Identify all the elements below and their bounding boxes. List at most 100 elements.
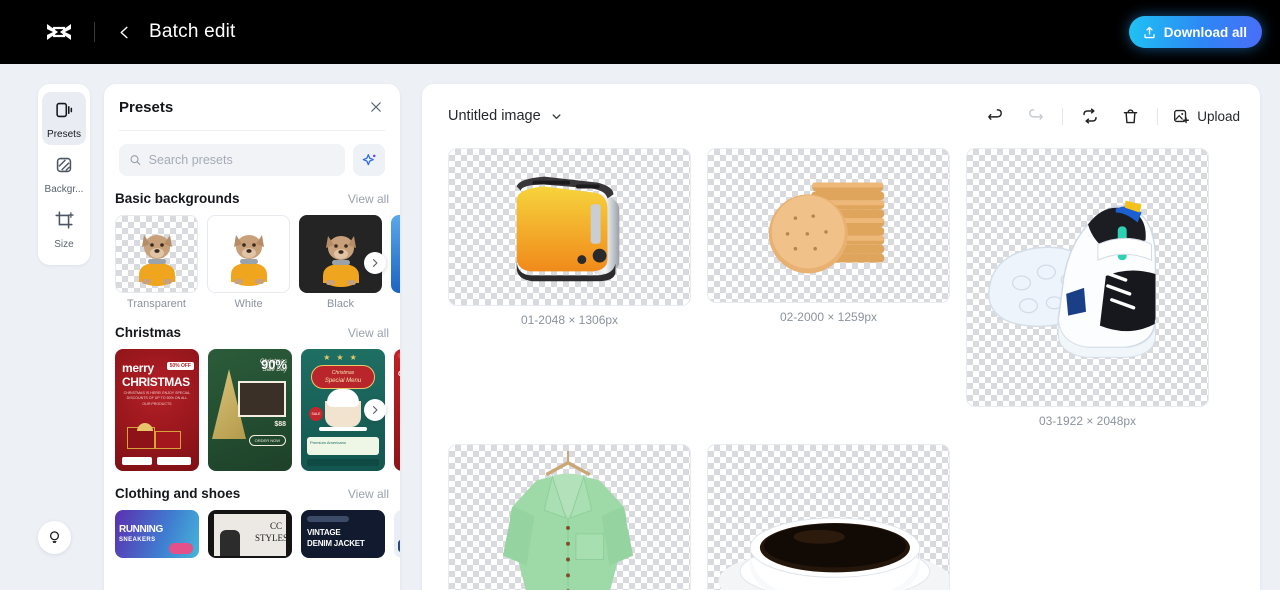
template-art: CHRISTMAS 5 [394, 349, 400, 471]
redo-button[interactable] [1022, 103, 1048, 129]
section-header: Christmas View all [115, 325, 400, 340]
chevron-right-icon [373, 406, 378, 414]
template-badge: SALE [309, 407, 323, 421]
template-line2: DENIM JACKET [307, 539, 365, 548]
ai-suggest-button[interactable] [353, 144, 385, 176]
resize-icon [53, 209, 75, 236]
close-button[interactable] [366, 97, 386, 117]
presets-search-row [104, 131, 400, 176]
toolbar-divider [1157, 107, 1159, 125]
upload-button[interactable]: Upload [1172, 107, 1240, 125]
app-root: Batch edit Download all Presets Backgr..… [0, 0, 1280, 590]
close-icon [371, 102, 381, 112]
delete-button[interactable] [1117, 103, 1143, 129]
image-cell[interactable] [707, 444, 950, 590]
download-all-button[interactable]: Download all [1128, 16, 1262, 48]
search-input-wrap[interactable] [119, 144, 345, 176]
preset-strip-track: RUNNING SNEAKERS CC STYLES VINTAGE DENIM… [115, 510, 400, 558]
preset-section-christmas: Christmas View all merry 50% OFF CHRISTM… [104, 325, 400, 471]
sidebar-item-label: Backgr... [44, 184, 84, 195]
image-card-toaster[interactable] [448, 148, 691, 306]
preset-thumb-merry-christmas[interactable]: merry 50% OFF CHRISTMAS CHRISTMAS IS HER… [115, 349, 199, 471]
template-line2: SNEAKERS [119, 537, 156, 543]
upload-label: Upload [1197, 108, 1240, 124]
template-line1: CC [269, 521, 282, 531]
green-shirt-image [502, 450, 634, 590]
back-button[interactable] [113, 21, 135, 43]
section-header: Clothing and shoes View all [115, 486, 400, 501]
dog-thumbnail-image [138, 235, 175, 286]
preset-thumb-christmas-4[interactable]: CHRISTMAS 5 [394, 349, 400, 471]
view-all-link[interactable]: View all [348, 487, 389, 501]
preset-thumb-transparent[interactable] [115, 215, 198, 293]
canvas-tools: Upload [982, 103, 1240, 129]
preset-thumb-white[interactable] [207, 215, 290, 293]
image-cell[interactable]: 03-1922 × 2048px [966, 148, 1209, 428]
template-badge: 90% [260, 357, 287, 372]
search-input[interactable] [148, 153, 335, 167]
image-caption: 01-2048 × 1306px [520, 313, 619, 327]
image-card-coffee-cup[interactable] [707, 444, 950, 590]
section-title: Clothing and shoes [115, 486, 241, 501]
preset-section-clothing-and-shoes: Clothing and shoes View all RUNNING SNEA… [104, 486, 400, 558]
preset-caption: Black [327, 298, 354, 310]
sidebar-item-presets[interactable]: Presets [42, 92, 86, 145]
view-all-link[interactable]: View all [348, 326, 389, 340]
preset-thumb-vintage-denim-jacket[interactable]: VINTAGE DENIM JACKET [301, 510, 385, 558]
undo-icon [987, 108, 1002, 120]
image-card-biscuits[interactable] [707, 148, 950, 303]
canvas-panel: Untitled image Upload 01-2048 × 1306px 0… [422, 84, 1260, 590]
help-tips-button[interactable] [38, 521, 71, 554]
template-badge: 50% OFF [166, 362, 194, 370]
presets-icon [53, 99, 75, 126]
preset-item[interactable]: Transparent [115, 215, 198, 310]
image-add-icon [1174, 109, 1190, 124]
template-line1: merry [122, 361, 154, 375]
loop-icon [1083, 108, 1097, 124]
strip-next-button[interactable] [364, 399, 386, 421]
preset-thumb-running-sneakers[interactable]: RUNNING SNEAKERS [115, 510, 199, 558]
template-line2: CHRISTMAS [122, 375, 190, 389]
chevron-left-icon [120, 26, 128, 38]
preset-caption: White [234, 298, 263, 310]
sidebar-item-background[interactable]: Backgr... [42, 147, 86, 200]
preset-thumb-clothing-4[interactable] [394, 510, 400, 558]
top-bar: Batch edit Download all [0, 0, 1280, 64]
canvas-toolbar: Untitled image Upload [422, 84, 1260, 148]
template-sub: CHRISTMAS IS HERE! ENJOY SPECIAL DISCOUN… [123, 391, 191, 406]
undo-button[interactable] [982, 103, 1008, 129]
template-art [394, 510, 400, 558]
image-cell[interactable]: 01-2048 × 1306px [448, 148, 691, 428]
preset-caption: Transparent [127, 298, 186, 310]
presets-panel-header: Presets [104, 84, 400, 130]
template-sub: $88 [274, 421, 286, 428]
upload-arrow-icon [1144, 26, 1155, 38]
preset-thumb-christmas-sale[interactable]: Christmas Sale Day 90% $88 ORDER NOW [208, 349, 292, 471]
sidebar-item-label: Presets [47, 129, 81, 140]
presets-panel: Presets Search presets Basic backgrounds… [104, 84, 400, 590]
preset-item[interactable] [391, 215, 400, 310]
document-dropdown-button[interactable] [550, 110, 563, 123]
image-cell[interactable] [448, 444, 691, 590]
template-line1: Christmas [331, 370, 355, 376]
preset-thumb-cc-styles[interactable]: CC STYLES [208, 510, 292, 558]
view-all-link[interactable]: View all [348, 192, 389, 206]
sidebar-item-size[interactable]: Size [42, 202, 86, 255]
image-caption: 03-1922 × 2048px [1038, 414, 1137, 428]
search-icon [130, 155, 141, 165]
section-title: Basic backgrounds [115, 191, 240, 206]
image-cell[interactable]: 02-2000 × 1259px [707, 148, 950, 428]
trash-icon [1123, 108, 1138, 123]
replace-button[interactable] [1077, 103, 1103, 129]
sidebar-item-label: Size [54, 239, 74, 250]
preset-strip: merry 50% OFF CHRISTMAS CHRISTMAS IS HER… [115, 349, 400, 471]
capcut-logo-icon[interactable] [44, 17, 74, 47]
strip-next-button[interactable] [364, 251, 386, 274]
image-card-sneakers[interactable] [966, 148, 1209, 407]
preset-item[interactable]: White [207, 215, 290, 310]
preset-thumb-blue[interactable] [391, 215, 400, 293]
template-art: merry 50% OFF CHRISTMAS CHRISTMAS IS HER… [115, 349, 199, 471]
dog-thumbnail-image [322, 236, 359, 287]
image-card-green-shirt[interactable] [448, 444, 691, 590]
preset-strip-track: merry 50% OFF CHRISTMAS CHRISTMAS IS HER… [115, 349, 400, 471]
